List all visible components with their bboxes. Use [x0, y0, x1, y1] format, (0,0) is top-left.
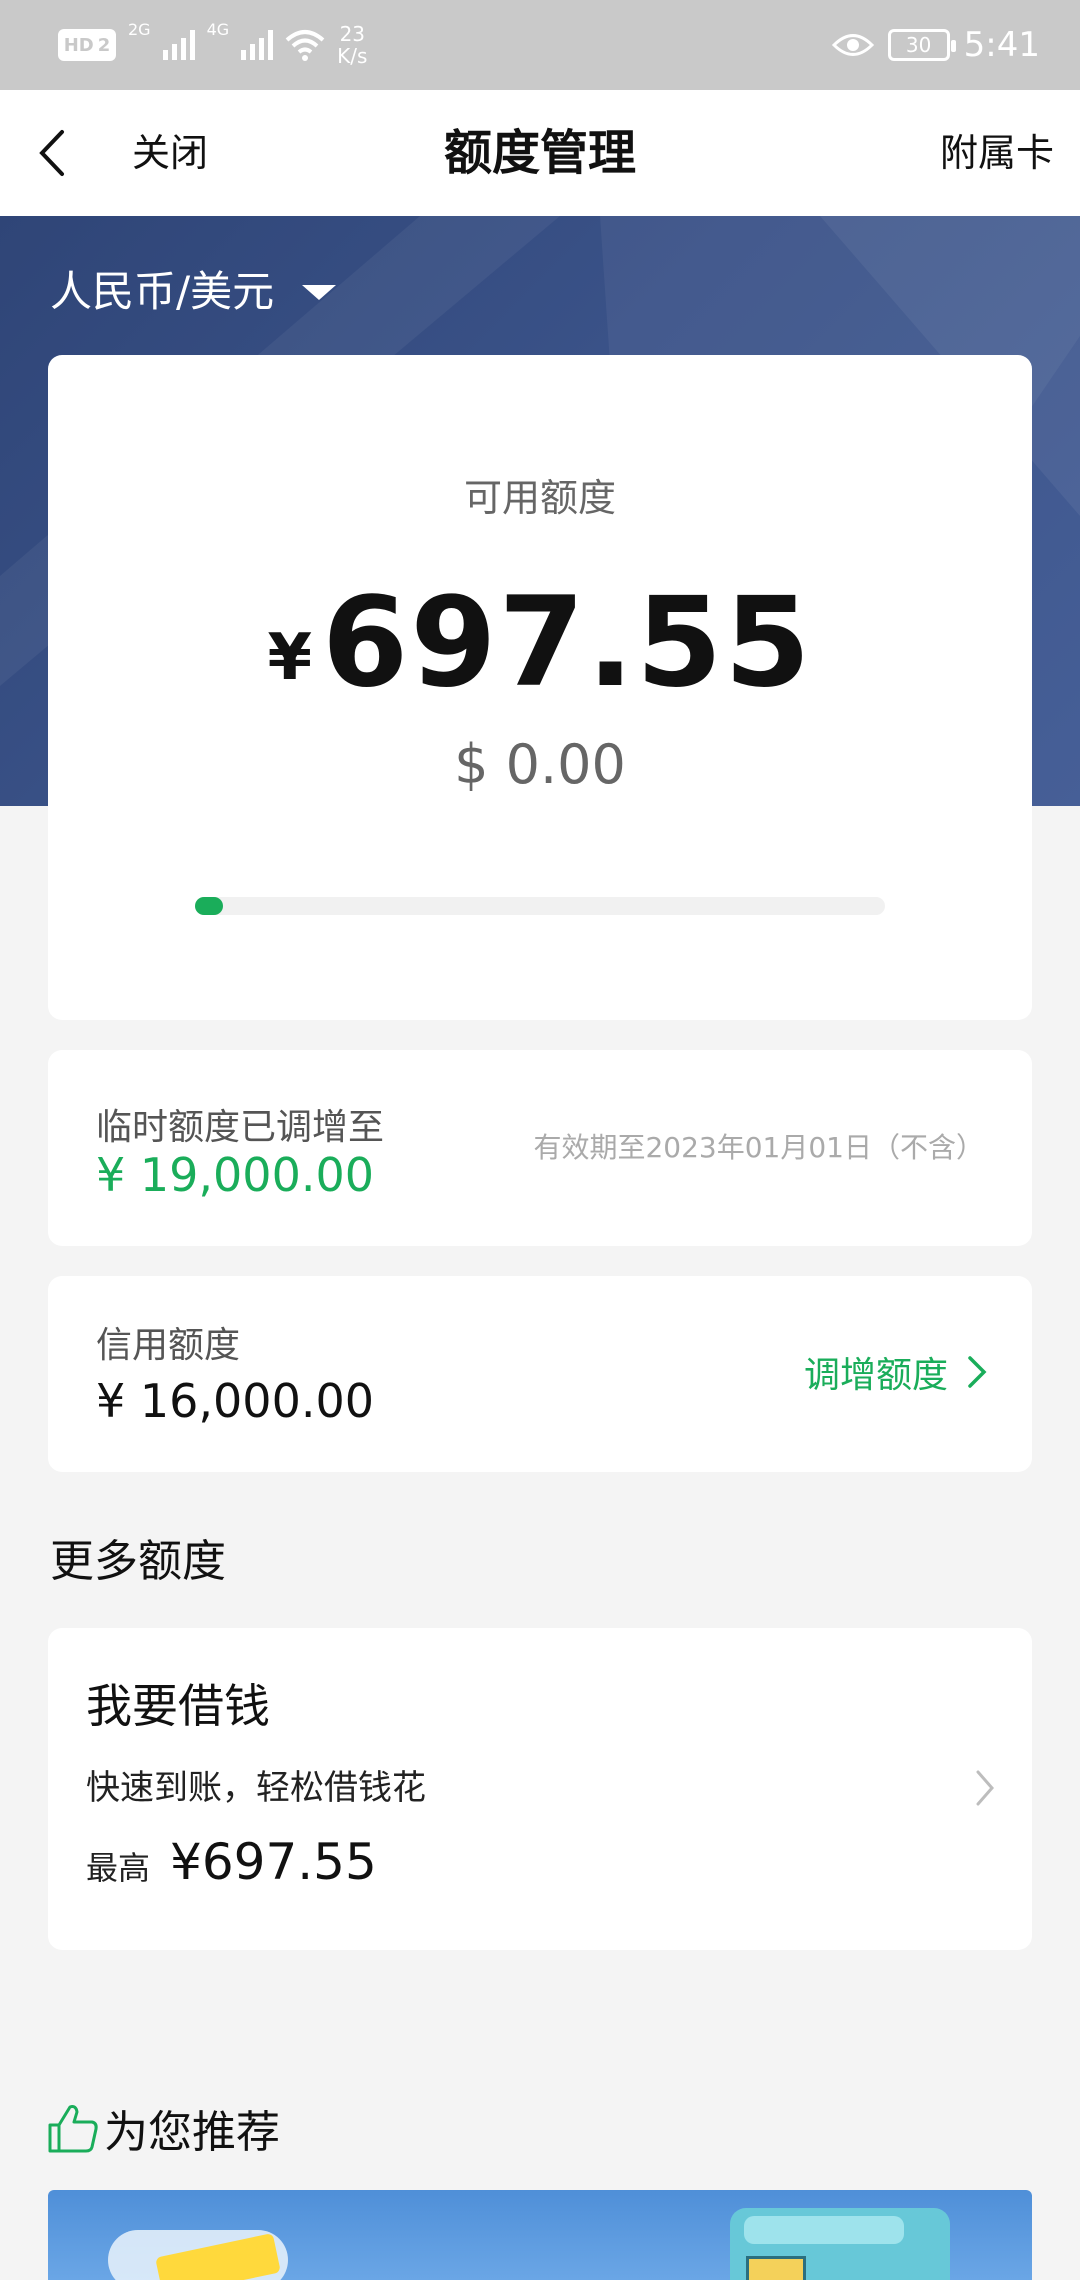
thumbs-up-icon	[48, 2105, 98, 2153]
increase-limit-button[interactable]: 调增额度	[804, 1346, 988, 1398]
status-bar: HD 2 2G 4G 23 K/s 30 5:41	[0, 0, 1080, 90]
chevron-right-icon	[968, 1356, 987, 1388]
signal-icon	[162, 30, 195, 60]
currency-symbol: ¥	[267, 621, 312, 695]
hd-text: HD	[63, 34, 94, 56]
wifi-icon	[285, 30, 325, 61]
recommend-heading-text: 为您推荐	[104, 2107, 280, 2158]
more-limits-heading: 更多额度	[50, 1536, 226, 1587]
supplementary-card-button[interactable]: 附属卡	[940, 128, 1054, 178]
credit-limit-amount: ¥ 16,000.00	[96, 1374, 374, 1428]
loan-max-label: 最高	[86, 1849, 151, 1887]
battery-icon: 30	[887, 29, 956, 61]
status-right: 30 5:41	[831, 18, 1040, 72]
network-speed: 23 K/s	[337, 23, 367, 67]
promo-banner[interactable]	[48, 2190, 1032, 2280]
temporary-limit-amount: ¥ 19,000.00	[96, 1148, 374, 1202]
currency-selector[interactable]: 人民币/美元	[50, 262, 337, 322]
credit-limit-label: 信用额度	[96, 1325, 241, 1366]
temporary-limit-card: 临时额度已调增至 ¥ 19,000.00 有效期至2023年01月01日（不含）	[48, 1050, 1032, 1246]
clock: 5:41	[963, 25, 1040, 65]
nav-bar: 关闭 额度管理 附属卡	[0, 90, 1080, 216]
chevron-right-icon	[976, 1770, 994, 1806]
speed-value: 23	[339, 22, 366, 46]
recommend-heading: 为您推荐	[46, 2096, 280, 2160]
credit-limit-card: 信用额度 ¥ 16,000.00 调增额度	[48, 1276, 1032, 1472]
network-type-2: 4G	[206, 20, 230, 39]
loan-card[interactable]: 我要借钱 快速到账，轻松借钱花 最高 ¥697.55	[48, 1628, 1032, 1950]
building-illustration	[730, 2208, 950, 2280]
limit-progress-bar	[195, 897, 885, 915]
loan-description: 快速到账，轻松借钱花	[86, 1768, 426, 1808]
hd-badge: HD 2	[58, 29, 116, 61]
battery-level: 30	[905, 33, 932, 57]
available-amount-value: 697.55	[322, 571, 813, 715]
available-limit-card: 可用额度 ¥697.55 $ 0.00	[48, 355, 1032, 1020]
eye-comfort-icon	[831, 34, 874, 56]
available-amount: ¥697.55	[48, 573, 1032, 713]
status-left: HD 2 2G 4G 23 K/s	[58, 18, 367, 72]
speed-unit: K/s	[337, 44, 368, 68]
usd-amount: $ 0.00	[454, 733, 626, 796]
loan-max-value: ¥697.55	[170, 1833, 377, 1891]
loan-max-amount: 最高 ¥697.55	[86, 1833, 377, 1891]
limit-progress-fill	[195, 897, 223, 915]
page-title: 额度管理	[443, 125, 636, 181]
currency-label: 人民币/美元	[50, 267, 275, 316]
loan-title: 我要借钱	[86, 1679, 270, 1733]
signal-icon-2	[241, 30, 274, 60]
available-limit-label: 可用额度	[463, 476, 616, 520]
temporary-limit-validity: 有效期至2023年01月01日（不含）	[533, 1131, 984, 1164]
increase-limit-label: 调增额度	[803, 1355, 948, 1396]
temporary-limit-label: 临时额度已调增至	[96, 1107, 385, 1148]
network-type-1: 2G	[128, 20, 151, 39]
sim-number: 2	[97, 34, 111, 56]
caret-down-icon	[302, 284, 337, 300]
